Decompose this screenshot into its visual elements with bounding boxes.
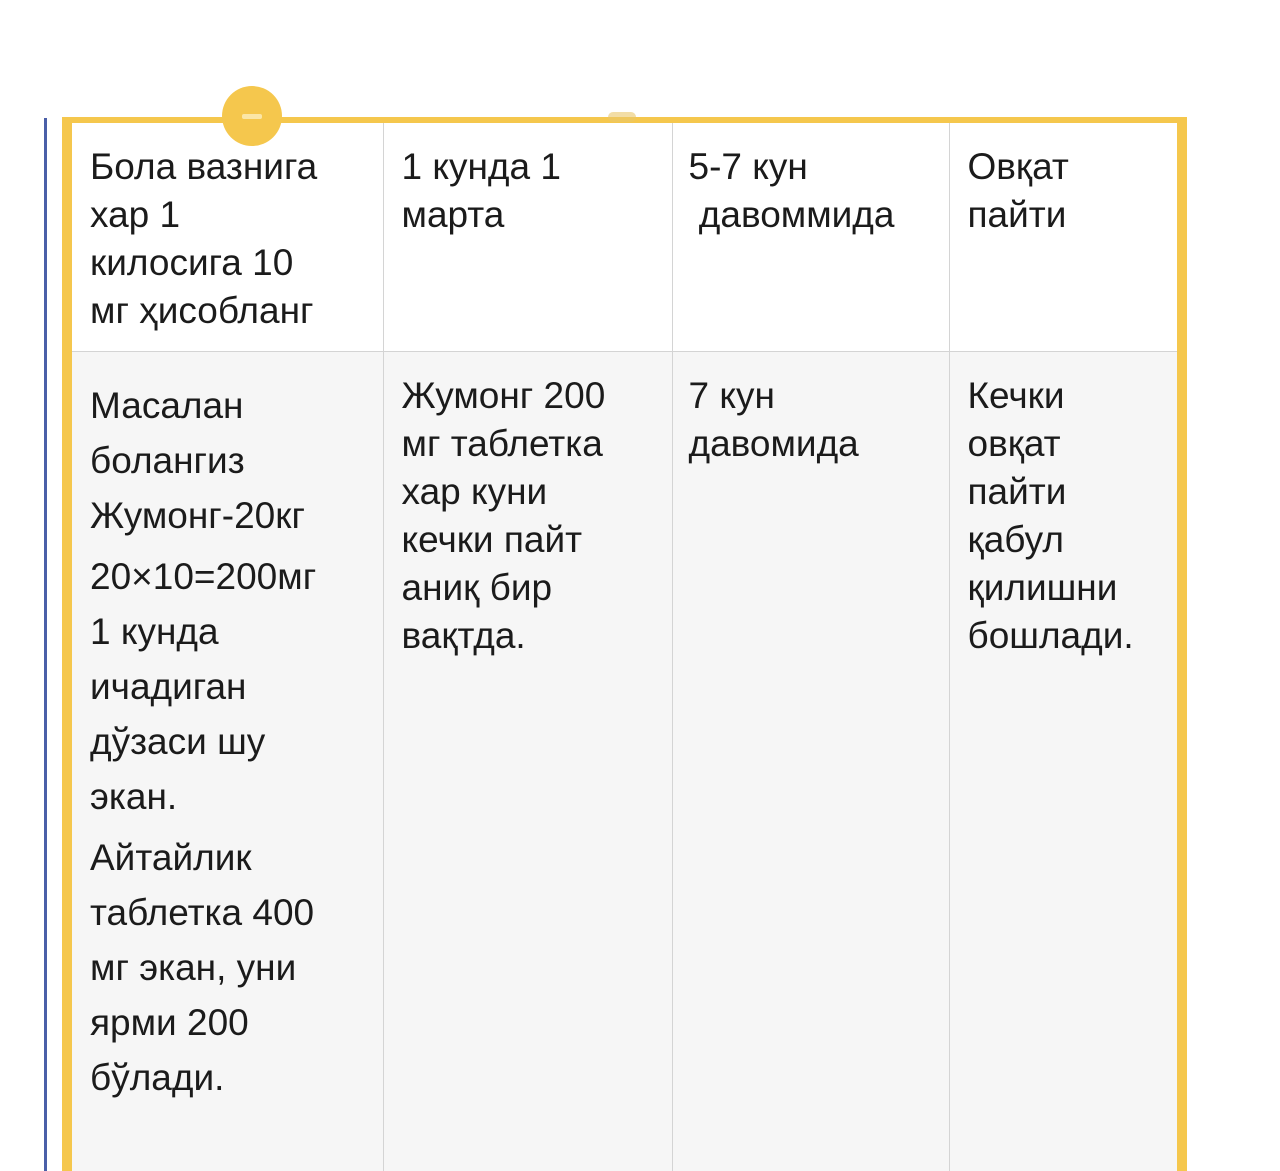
text-line: бўлади. [90, 1057, 225, 1098]
text-line: давоммида [688, 194, 895, 235]
decorative-dot [608, 112, 636, 122]
text-line: бошлади. [967, 615, 1134, 656]
text-line: 1 кунда 1 [401, 146, 561, 187]
text-line: Жумонг-20кг [90, 495, 305, 536]
example-tablet-paragraph: Айтайлик таблетка 400 мг экан, уни ярми … [90, 830, 383, 1105]
frequency-text: 1 кунда 1 марта [384, 123, 672, 239]
text-line: Жумонг 200 [401, 375, 606, 416]
body-cell-timing: Кечки овқат пайти қабул қилишни бошлади. [949, 351, 1178, 1171]
text-line: қилишни [967, 567, 1118, 608]
text-line: вақтда. [401, 615, 526, 656]
text-line: марта [401, 194, 505, 235]
text-line: экан. [90, 776, 178, 817]
example-intro-paragraph: Масалан болангиз Жумонг-20кг [90, 378, 383, 543]
table-header-row: Бола вазнига хар 1 килосига 10 мг ҳисобл… [72, 123, 1177, 352]
text-line: Кечки [967, 375, 1065, 416]
duration-text: 5-7 кун давоммида [673, 123, 949, 239]
text-line: мг ҳисобланг [90, 290, 314, 331]
dosage-table: Бола вазнига хар 1 килосига 10 мг ҳисобл… [72, 123, 1177, 1171]
example-calc-paragraph: 20×10=200мг 1 кунда ичадиган дўзаси шу э… [90, 549, 383, 824]
text-line: овқат [967, 423, 1061, 464]
left-accent-rule [44, 118, 47, 1171]
text-line: дўзаси шу [90, 721, 266, 762]
body-cell-example: Масалан болангиз Жумонг-20кг 20×10=200мг… [72, 351, 384, 1171]
header-cell-timing: Овқат пайти [949, 123, 1177, 352]
weight-rule-text: Бола вазнига хар 1 килосига 10 мг ҳисобл… [72, 123, 383, 335]
header-cell-frequency: 1 кунда 1 марта [383, 123, 673, 352]
text-line: 1 кунда [90, 611, 219, 652]
text-line: Айтайлик [90, 837, 252, 878]
text-line: мг таблетка [401, 423, 603, 464]
duration-value-text: 7 кун давомида [673, 352, 949, 468]
body-cell-dose-instruction: Жумонг 200 мг таблетка хар куни кечки па… [383, 351, 673, 1171]
text-line: 20×10=200мг [90, 556, 317, 597]
text-line: 5-7 кун [688, 146, 808, 187]
text-line: Масалан [90, 385, 244, 426]
header-cell-weight-rule: Бола вазнига хар 1 килосига 10 мг ҳисобл… [72, 123, 384, 352]
header-cell-duration: 5-7 кун давоммида [672, 123, 950, 352]
text-line: пайти [967, 194, 1067, 235]
text-line: хар куни [401, 471, 548, 512]
text-line: давомида [688, 423, 859, 464]
timing-text: Овқат пайти [950, 123, 1178, 239]
decorative-badge-icon [222, 86, 282, 146]
text-line: мг экан, уни [90, 947, 297, 988]
text-line: қабул [967, 519, 1064, 560]
screenshot-stage: Бола вазнига хар 1 килосига 10 мг ҳисобл… [0, 0, 1280, 1171]
text-line: хар 1 [90, 194, 181, 235]
text-line: Овқат [967, 146, 1069, 187]
text-line: аниқ бир [401, 567, 553, 608]
text-line: Бола вазнига [90, 146, 318, 187]
text-line: ичадиган [90, 666, 247, 707]
text-line: кечки пайт [401, 519, 583, 560]
text-line: таблетка 400 [90, 892, 315, 933]
dose-instruction-text: Жумонг 200 мг таблетка хар куни кечки па… [384, 352, 672, 660]
text-line: 7 кун [688, 375, 775, 416]
table-body-row: Масалан болангиз Жумонг-20кг 20×10=200мг… [72, 351, 1178, 1171]
text-line: ярми 200 [90, 1002, 249, 1043]
text-line: пайти [967, 471, 1067, 512]
text-line: болангиз [90, 440, 245, 481]
timing-value-text: Кечки овқат пайти қабул қилишни бошлади. [950, 352, 1178, 660]
text-line: килосига 10 [90, 242, 294, 283]
body-cell-duration: 7 кун давомида [672, 351, 950, 1171]
